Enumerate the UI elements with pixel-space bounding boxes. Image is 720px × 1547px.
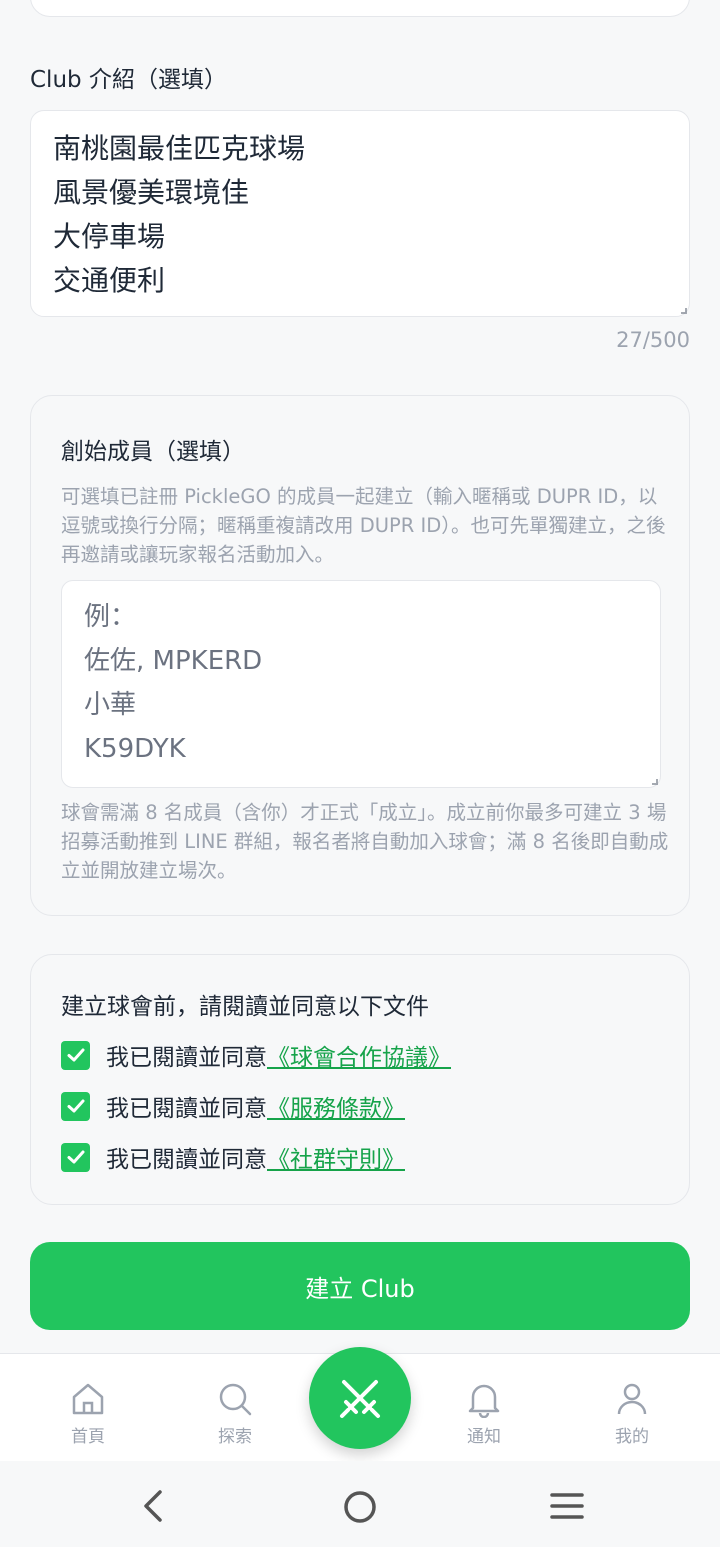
- placeholder-line: 例：: [84, 602, 137, 632]
- agreement-link-terms[interactable]: 《服務條款》: [267, 1089, 405, 1123]
- recents-button[interactable]: [548, 1489, 586, 1527]
- agreements-title: 建立球會前，請閱讀並同意以下文件: [61, 994, 429, 1020]
- agreement-prefix: 我已閱讀並同意: [106, 1147, 267, 1173]
- nav-item-notifications[interactable]: 通知: [439, 1380, 529, 1447]
- agreement-link-community[interactable]: 《社群守則》: [267, 1140, 405, 1174]
- search-icon: [219, 1383, 252, 1416]
- agreement-row: 我已閱讀並同意 《服務條款》: [61, 1090, 405, 1122]
- nav-item-explore[interactable]: 探索: [190, 1380, 280, 1447]
- agreement-row: 我已閱讀並同意 《社群守則》: [61, 1141, 405, 1173]
- crossed-swords-icon: [340, 1380, 380, 1418]
- back-chevron-icon: [144, 1490, 162, 1522]
- intro-line: 大停車場: [53, 220, 166, 253]
- founders-card: 創始成員（選填） 可選填已註冊 PickleGO 的成員一起建立（輸入暱稱或 D…: [30, 395, 690, 916]
- placeholder-line: K59DYK: [84, 734, 186, 764]
- nav-label: 首頁: [71, 1427, 105, 1447]
- create-club-button[interactable]: 建立 Club: [30, 1242, 690, 1330]
- back-button[interactable]: [138, 1489, 168, 1527]
- agreement-checkbox[interactable]: [61, 1091, 90, 1121]
- founders-note: 球會需滿 8 名成員（含你）才正式「成立」。成立前你最多可建立 3 場招募活動推…: [61, 801, 669, 882]
- menu-lines-icon: [550, 1493, 584, 1519]
- founders-input[interactable]: 例： 佐佐, MPKERD 小華 K59DYK: [61, 580, 661, 788]
- agreements-card: 建立球會前，請閱讀並同意以下文件 我已閱讀並同意 《球會合作協議》 我已閱讀並同…: [30, 954, 690, 1205]
- system-nav-bar: [0, 1461, 720, 1547]
- resize-handle-icon[interactable]: [681, 308, 687, 314]
- create-club-page: Club 介紹（選填） 南桃園最佳匹克球場 風景優美環境佳 大停車場 交通便利 …: [0, 0, 720, 1547]
- placeholder-line: 佐佐, MPKERD: [84, 646, 263, 676]
- intro-line: 交通便利: [53, 264, 166, 297]
- nav-item-profile[interactable]: 我的: [587, 1380, 677, 1447]
- founders-description: 可選填已註冊 PickleGO 的成員一起建立（輸入暱稱或 DUPR ID，以逗…: [61, 485, 666, 566]
- home-button[interactable]: [342, 1489, 378, 1529]
- nav-label: 通知: [467, 1427, 501, 1447]
- nav-item-home[interactable]: 首頁: [43, 1380, 133, 1447]
- intro-line: 風景優美環境佳: [53, 176, 250, 209]
- agreement-prefix: 我已閱讀並同意: [106, 1045, 267, 1071]
- agreement-prefix: 我已閱讀並同意: [106, 1096, 267, 1122]
- check-icon: [67, 1048, 84, 1062]
- check-icon: [67, 1150, 84, 1164]
- nav-label: 我的: [615, 1427, 649, 1447]
- founders-title: 創始成員（選填）: [61, 439, 245, 465]
- resize-handle-icon[interactable]: [652, 779, 658, 785]
- check-icon: [67, 1099, 84, 1113]
- bell-icon: [468, 1384, 500, 1418]
- intro-label: Club 介紹（選填）: [30, 67, 227, 93]
- home-circle-icon: [344, 1491, 376, 1523]
- agreement-row: 我已閱讀並同意 《球會合作協議》: [61, 1039, 451, 1071]
- previous-card: [30, 0, 690, 17]
- play-fab-button[interactable]: [309, 1347, 411, 1449]
- nav-label: 探索: [218, 1427, 252, 1447]
- home-icon: [72, 1383, 104, 1415]
- intro-textarea[interactable]: 南桃園最佳匹克球場 風景優美環境佳 大停車場 交通便利: [30, 110, 690, 317]
- agreement-link-partnership[interactable]: 《球會合作協議》: [267, 1038, 451, 1072]
- intro-char-count: 27/500: [616, 328, 690, 352]
- intro-line: 南桃園最佳匹克球場: [53, 132, 306, 165]
- user-icon: [617, 1383, 647, 1415]
- agreement-checkbox[interactable]: [61, 1040, 90, 1070]
- placeholder-line: 小華: [84, 690, 137, 720]
- agreement-checkbox[interactable]: [61, 1142, 90, 1172]
